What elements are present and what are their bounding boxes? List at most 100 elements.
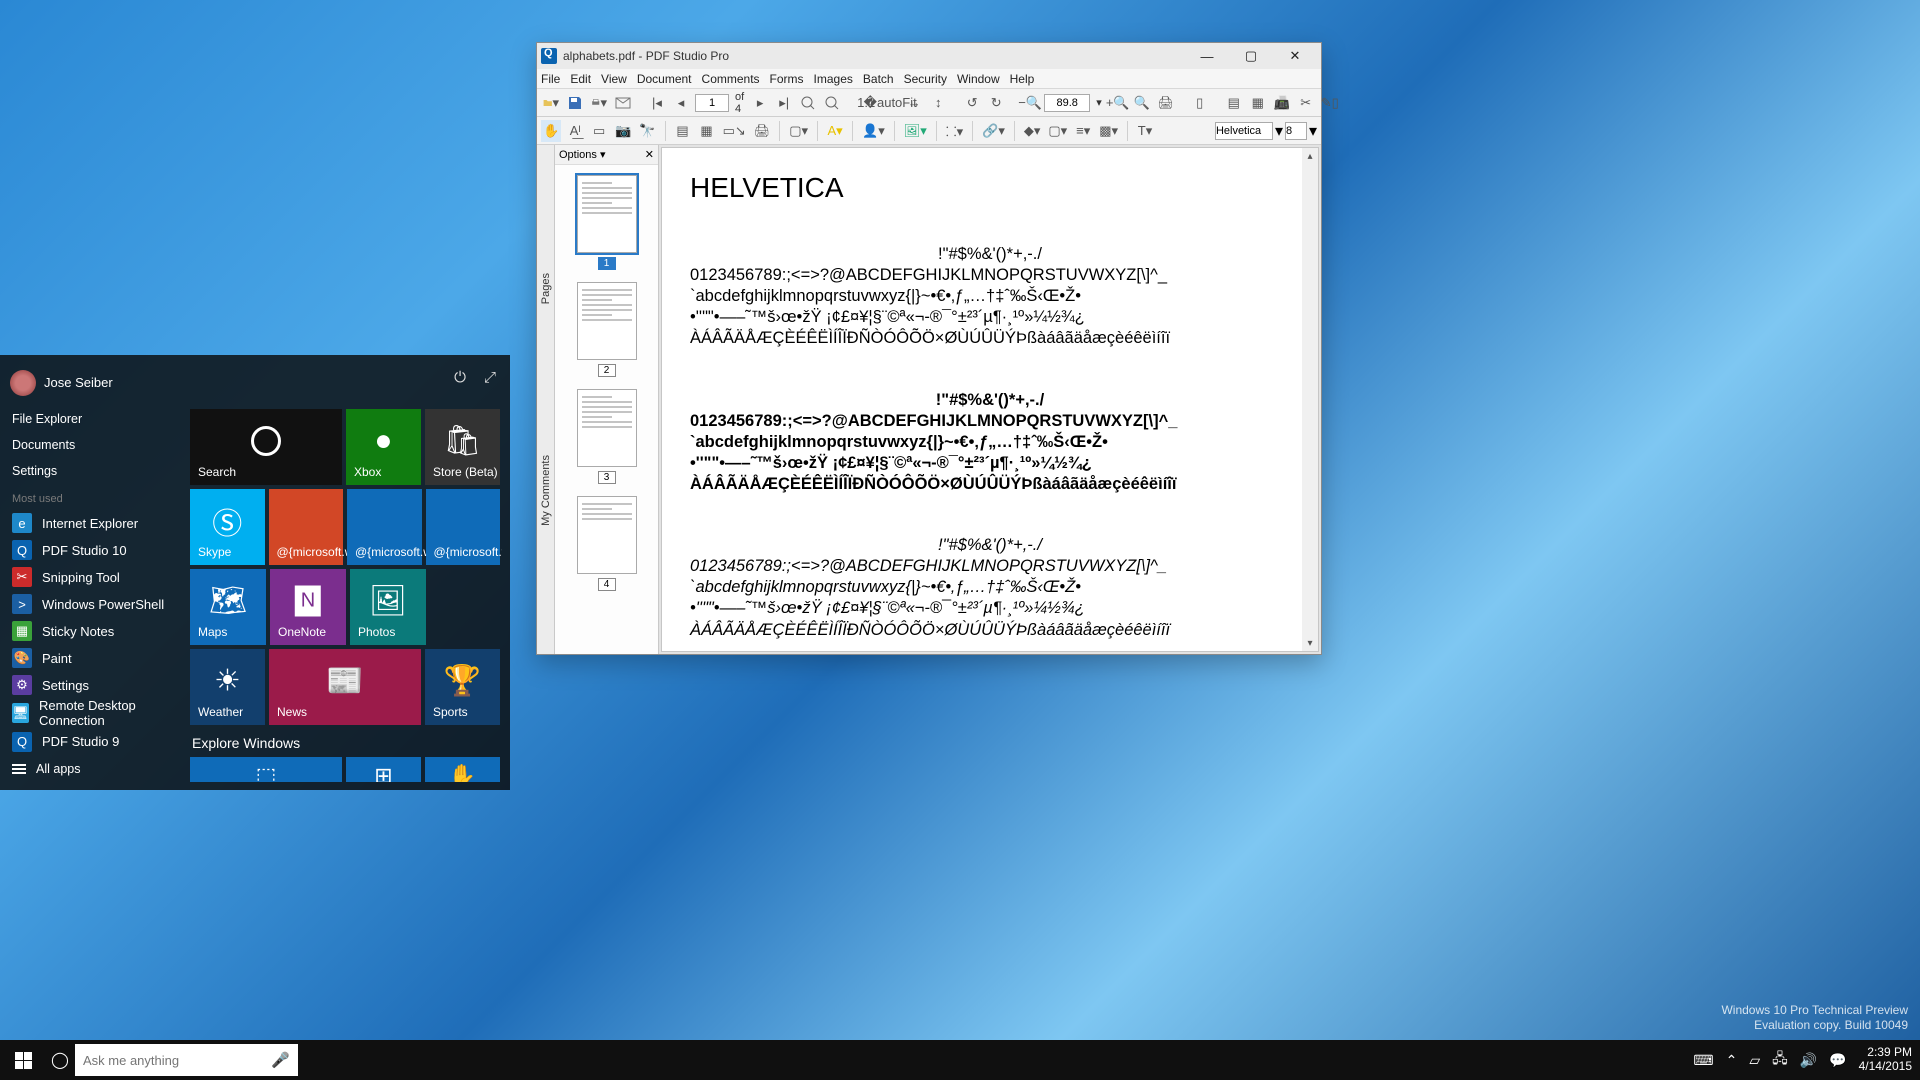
close-button[interactable]: ✕: [1273, 43, 1317, 69]
tile-sports[interactable]: 🏆Sports: [425, 649, 500, 725]
binoculars-icon[interactable]: 🔭: [637, 120, 657, 142]
item-snipping-tool[interactable]: ✂Snipping Tool: [10, 565, 182, 590]
clock[interactable]: 2:39 PM 4/14/2015: [1859, 1046, 1912, 1074]
typewriter-button[interactable]: T▾: [1135, 120, 1155, 142]
start-button[interactable]: [0, 1040, 46, 1080]
tile-store[interactable]: 🛍Store (Beta): [425, 409, 500, 485]
font-size-input[interactable]: [1285, 122, 1307, 140]
search-box[interactable]: 🎤: [75, 1044, 298, 1076]
single-page-button[interactable]: ▯: [1190, 92, 1210, 114]
menu-comments[interactable]: Comments: [702, 72, 760, 86]
fit-page-button[interactable]: �autoFit: [880, 92, 900, 114]
item-powershell[interactable]: >Windows PowerShell: [10, 592, 182, 617]
camera-icon[interactable]: 📷: [613, 120, 633, 142]
tile-weather[interactable]: ☀Weather: [190, 649, 265, 725]
loupe-button[interactable]: 🔍: [1132, 92, 1152, 114]
maximize-button[interactable]: ▢: [1229, 43, 1273, 69]
power-icon[interactable]: ⏻: [454, 369, 466, 386]
tile-mswin-2[interactable]: @{microsoft.win: [347, 489, 422, 565]
menu-file[interactable]: File: [541, 72, 560, 86]
highlight-button[interactable]: A▾: [825, 120, 845, 142]
item-paint[interactable]: 🎨Paint: [10, 646, 182, 671]
thumb-page-3[interactable]: 3: [577, 389, 637, 484]
document-view[interactable]: HELVETICA !"#$%&'()*+,-./ 0123456789:;<=…: [661, 147, 1319, 652]
callout-button[interactable]: ▭↘: [721, 120, 748, 142]
hand-tool-button[interactable]: ✋: [541, 120, 561, 142]
minimize-button[interactable]: —: [1185, 43, 1229, 69]
tile-skype[interactable]: ⓈSkype: [190, 489, 265, 565]
menu-document[interactable]: Document: [637, 72, 692, 86]
menu-help[interactable]: Help: [1010, 72, 1035, 86]
font-name-input[interactable]: [1215, 122, 1273, 140]
item-internet-explorer[interactable]: eInternet Explorer: [10, 511, 182, 536]
menu-security[interactable]: Security: [904, 72, 947, 86]
tile-xbox[interactable]: ●Xbox: [346, 409, 421, 485]
fit-width-button[interactable]: ↔: [904, 92, 924, 114]
search-input[interactable]: [83, 1053, 271, 1068]
redact-fill-button[interactable]: ◆▾: [1022, 120, 1043, 142]
tile-bottom-1[interactable]: ⬚: [190, 757, 342, 782]
image-button[interactable]: 🖼▾: [902, 120, 929, 142]
save-button[interactable]: [565, 92, 585, 114]
prev-view-button[interactable]: [798, 92, 818, 114]
sticky-note-button[interactable]: ▤: [673, 120, 693, 142]
stamp-button[interactable]: 🖨: [752, 120, 773, 142]
fit-height-button[interactable]: ↕: [928, 92, 948, 114]
cortana-button[interactable]: ◯: [46, 1040, 74, 1080]
zoom-input[interactable]: [1044, 94, 1090, 112]
item-settings[interactable]: ⚙Settings: [10, 673, 182, 698]
crop-button[interactable]: ✂: [1296, 92, 1316, 114]
square-button[interactable]: ▢▾: [787, 120, 810, 142]
menu-images[interactable]: Images: [814, 72, 853, 86]
page-input[interactable]: [695, 94, 729, 112]
item-remote-desktop[interactable]: 🖥Remote Desktop Connection: [10, 700, 182, 727]
link-documents[interactable]: Documents: [10, 433, 182, 457]
tray-chevron-icon[interactable]: ⌃: [1726, 1052, 1738, 1069]
tray-notifications-icon[interactable]: 💬: [1829, 1052, 1846, 1069]
tray-volume-icon[interactable]: 🔊: [1800, 1052, 1817, 1069]
redact-line-button[interactable]: ≡▾: [1073, 120, 1093, 142]
print-button[interactable]: ▾: [589, 92, 609, 114]
side-tab-pages[interactable]: Pages: [540, 273, 552, 304]
link-button[interactable]: 🔗▾: [980, 120, 1007, 142]
next-view-button[interactable]: [822, 92, 842, 114]
last-page-button[interactable]: ▸|: [774, 92, 794, 114]
tray-network-icon[interactable]: 🖧: [1772, 1048, 1788, 1072]
link-settings[interactable]: Settings: [10, 459, 182, 483]
thumb-page-1[interactable]: 1: [577, 175, 637, 270]
rotate-ccw-button[interactable]: ↺: [962, 92, 982, 114]
menu-view[interactable]: View: [601, 72, 627, 86]
item-sticky-notes[interactable]: ▦Sticky Notes: [10, 619, 182, 644]
rotate-cw-button[interactable]: ↻: [986, 92, 1006, 114]
tile-maps[interactable]: 🗺Maps: [190, 569, 266, 645]
tile-mswin-1[interactable]: @{microsoft.win: [269, 489, 344, 565]
measure-button[interactable]: ⸬▾: [944, 120, 965, 142]
mic-icon[interactable]: 🎤: [271, 1051, 290, 1069]
tile-mswin-3[interactable]: @{microsoft.win: [426, 489, 501, 565]
all-apps-button[interactable]: All apps: [10, 756, 182, 782]
zoom-in-button[interactable]: +🔍: [1108, 92, 1128, 114]
text-box-button[interactable]: ▦: [697, 120, 717, 142]
menu-edit[interactable]: Edit: [570, 72, 591, 86]
menu-forms[interactable]: Forms: [770, 72, 804, 86]
item-pdf-studio-9[interactable]: QPDF Studio 9: [10, 729, 182, 754]
text-select-button[interactable]: A͟ᴵ: [565, 120, 585, 142]
tile-onenote[interactable]: NOneNote: [270, 569, 346, 645]
open-button[interactable]: ▾: [541, 92, 561, 114]
tile-search[interactable]: Search: [190, 409, 342, 485]
prev-page-button[interactable]: ◂: [671, 92, 691, 114]
side-tab-mycomments[interactable]: My Comments: [540, 455, 552, 526]
menu-window[interactable]: Window: [957, 72, 1000, 86]
scan-button[interactable]: 📠: [1272, 92, 1292, 114]
user-account[interactable]: Jose Seiber: [10, 367, 182, 399]
first-page-button[interactable]: |◂: [647, 92, 667, 114]
thumb-page-2[interactable]: 2: [577, 282, 637, 377]
menu-batch[interactable]: Batch: [863, 72, 894, 86]
link-file-explorer[interactable]: File Explorer: [10, 407, 182, 431]
tray-flag-icon[interactable]: ▱: [1749, 1052, 1760, 1069]
thumb-close-icon[interactable]: ✕: [645, 148, 654, 161]
thumb-page-4[interactable]: 4: [577, 496, 637, 591]
signature-button[interactable]: 👤▾: [860, 120, 887, 142]
print-tool-button[interactable]: 🖨: [1156, 92, 1176, 114]
zoom-out-button[interactable]: −🔍: [1020, 92, 1040, 114]
